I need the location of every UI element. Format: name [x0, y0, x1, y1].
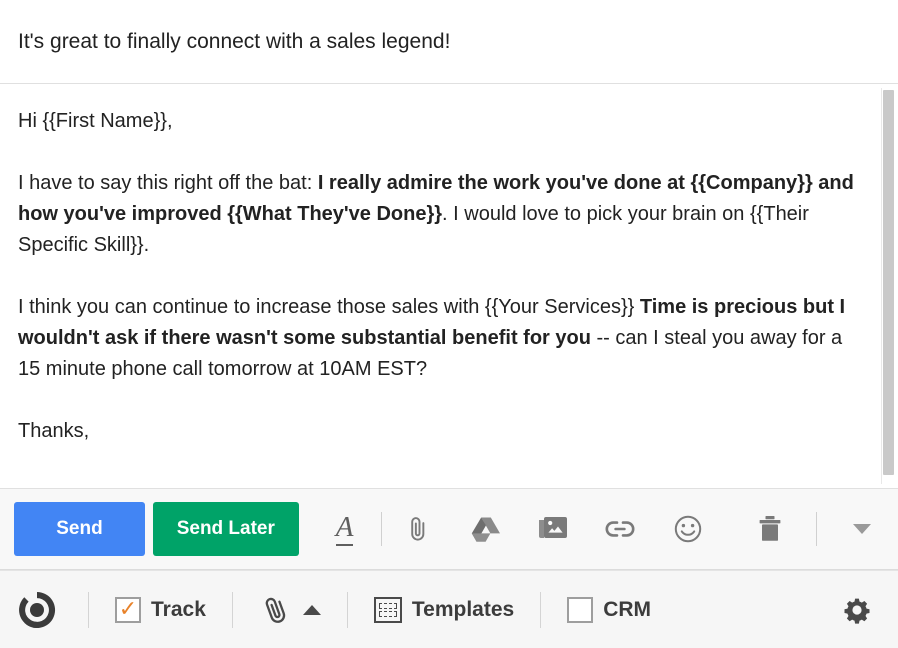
paperclip-icon[interactable]: [259, 591, 293, 629]
yesware-logo[interactable]: [12, 585, 62, 635]
crm-checkbox[interactable]: [567, 596, 594, 623]
checkmark-icon: ✓: [118, 595, 138, 621]
paragraph-1: I have to say this right off the bat: I …: [18, 168, 858, 261]
track-checkbox[interactable]: ✓: [115, 595, 141, 623]
chevron-down-icon: [853, 524, 872, 534]
crm-toggle[interactable]: CRM: [567, 596, 652, 623]
track-label: Track: [151, 597, 206, 621]
yesware-divider: [88, 591, 89, 628]
paragraph-2: I think you can continue to increase tho…: [18, 292, 858, 385]
insert-emoji-icon[interactable]: [666, 506, 709, 552]
toolbar-divider: [381, 512, 382, 546]
email-body-area[interactable]: Hi {{First Name}}, I have to say this rig…: [0, 84, 898, 488]
yesware-divider: [540, 591, 542, 628]
subject-text[interactable]: It's great to finally connect with a sal…: [18, 28, 450, 55]
format-text-glyph: A: [335, 512, 354, 546]
yesware-attachment-tracking[interactable]: [259, 591, 321, 629]
settings-gear-icon[interactable]: [834, 587, 880, 633]
format-text-icon[interactable]: A: [323, 506, 366, 552]
body-scrollbar[interactable]: [881, 88, 894, 484]
yesware-divider: [346, 591, 348, 628]
greeting: Hi {{First Name}},: [18, 106, 858, 137]
body-text-run: Thanks,: [18, 420, 90, 442]
subject-row[interactable]: It's great to finally connect with a sal…: [0, 0, 898, 84]
templates-button[interactable]: Templates: [373, 596, 515, 623]
send-button[interactable]: Send: [14, 502, 145, 556]
attach-file-icon[interactable]: [397, 506, 440, 552]
chevron-up-icon[interactable]: [302, 604, 321, 615]
email-body-text[interactable]: Hi {{First Name}}, I have to say this rig…: [18, 106, 858, 447]
templates-icon: [373, 596, 402, 623]
body-text-run: I have to say this right off the bat:: [18, 172, 318, 194]
track-toggle[interactable]: ✓ Track: [115, 595, 206, 623]
templates-label: Templates: [411, 597, 515, 621]
yesware-divider: [231, 591, 233, 628]
yesware-toolbar: ✓ Track Templates CRM: [0, 570, 898, 648]
send-later-button[interactable]: Send Later: [152, 502, 299, 556]
more-options-icon[interactable]: [841, 506, 884, 552]
toolbar-divider: [815, 512, 817, 546]
compose-toolbar: Send Send Later A: [0, 488, 898, 570]
signoff: Thanks,: [18, 416, 858, 447]
body-scrollbar-thumb[interactable]: [883, 90, 894, 475]
crm-label: CRM: [603, 597, 652, 621]
compose-window: It's great to finally connect with a sal…: [0, 0, 898, 648]
discard-draft-icon[interactable]: [748, 506, 791, 552]
body-text-run: I think you can continue to increase tho…: [18, 296, 640, 318]
body-text-run: Hi {{First Name}},: [18, 110, 173, 132]
insert-link-icon[interactable]: [599, 506, 642, 552]
insert-photo-icon[interactable]: [532, 506, 575, 552]
google-drive-icon[interactable]: [464, 506, 507, 552]
